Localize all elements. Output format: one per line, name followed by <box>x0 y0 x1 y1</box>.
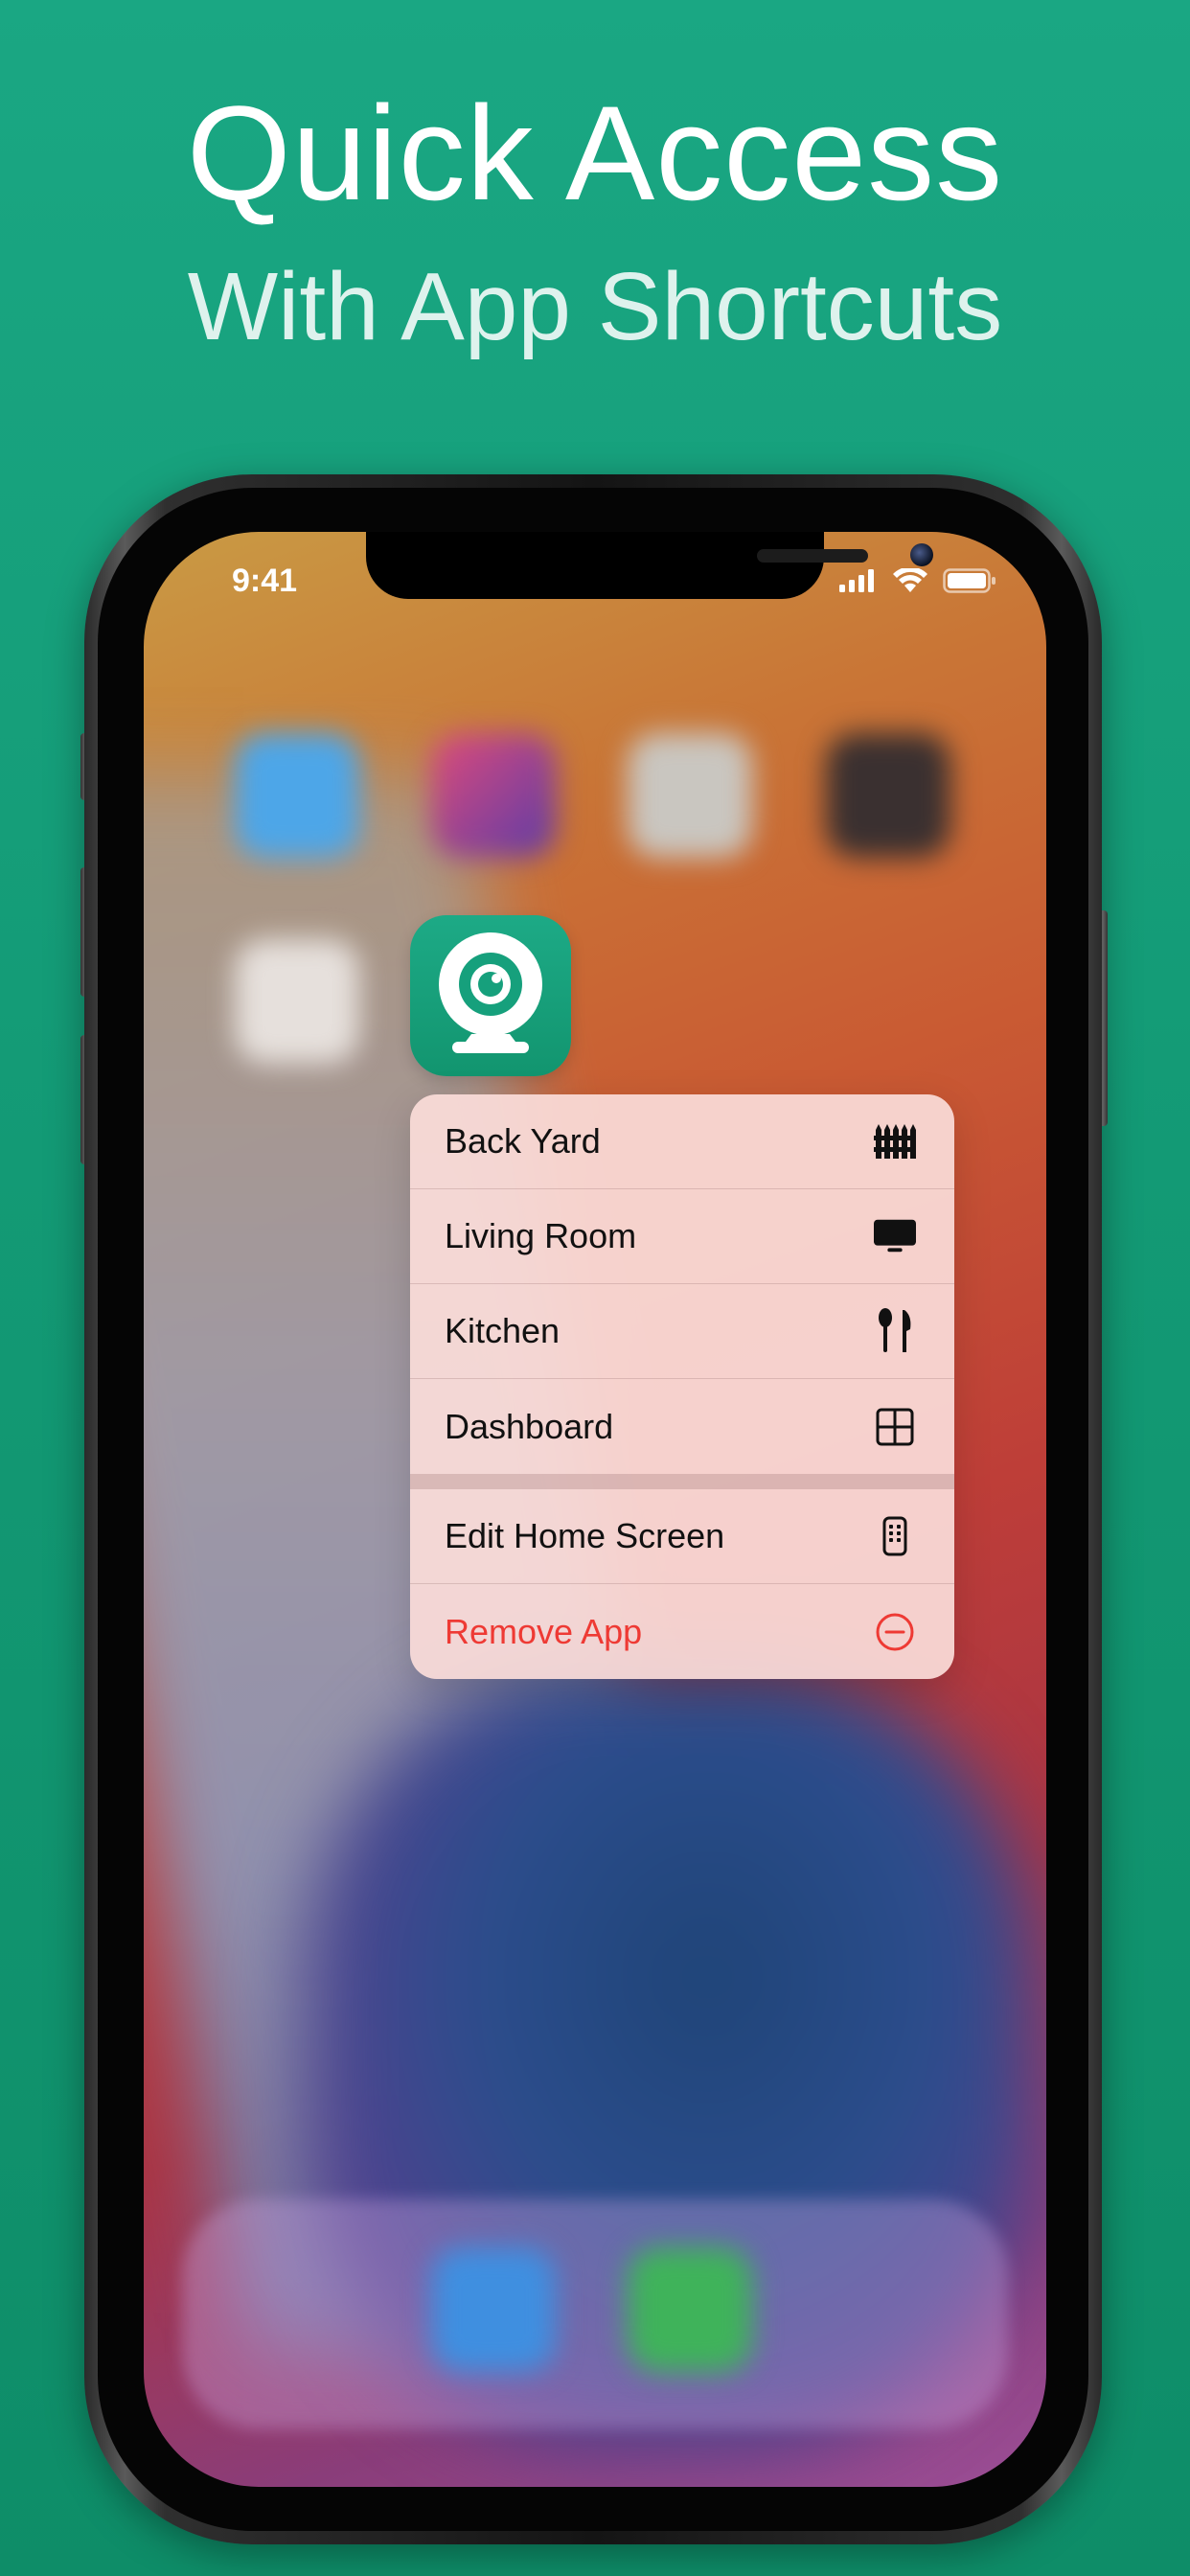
promo-headline: Quick Access <box>186 78 1004 228</box>
shortcut-dashboard[interactable]: Dashboard <box>410 1379 954 1474</box>
menu-item-label: Remove App <box>445 1611 643 1651</box>
tv-icon <box>874 1215 916 1257</box>
blurred-app-icon <box>628 733 752 858</box>
promo-subheadline: With App Shortcuts <box>187 253 1003 360</box>
wifi-icon <box>893 568 927 592</box>
shortcut-kitchen[interactable]: Kitchen <box>410 1284 954 1379</box>
menu-section-divider <box>410 1474 954 1489</box>
phone-apps-icon <box>874 1515 916 1557</box>
menu-item-label: Back Yard <box>445 1121 601 1161</box>
fence-icon <box>874 1120 916 1162</box>
webcam-app-icon[interactable] <box>410 915 571 1076</box>
blurred-app-icon <box>235 733 359 858</box>
front-camera <box>910 543 933 566</box>
earpiece-speaker <box>757 549 868 563</box>
menu-item-label: Kitchen <box>445 1311 561 1350</box>
shortcut-back-yard[interactable]: Back Yard <box>410 1094 954 1189</box>
blurred-app-icon <box>826 733 950 858</box>
edit-home-screen-item[interactable]: Edit Home Screen <box>410 1489 954 1584</box>
quick-actions-menu: Back Yard Living Room Kitchen Dashboard … <box>410 1094 954 1679</box>
battery-icon <box>943 568 995 593</box>
blurred-dock-icon <box>628 2247 752 2372</box>
notch <box>366 532 933 599</box>
menu-item-label: Edit Home Screen <box>445 1516 725 1555</box>
menu-item-label: Living Room <box>445 1216 637 1255</box>
webcam-icon <box>439 932 542 1053</box>
blurred-dock-icon <box>431 2247 556 2372</box>
fork-knife-icon <box>874 1308 916 1352</box>
menu-item-label: Dashboard <box>445 1406 614 1446</box>
status-icons <box>839 568 996 593</box>
minus-circle-icon <box>874 1611 916 1653</box>
remove-app-item[interactable]: Remove App <box>410 1584 954 1679</box>
status-time: 9:41 <box>232 563 298 599</box>
dock <box>182 2199 1008 2429</box>
grid-icon <box>874 1406 916 1448</box>
cellular-signal-icon <box>839 569 874 592</box>
blurred-app-icon <box>235 939 359 1064</box>
blurred-app-icon <box>431 733 556 858</box>
shortcut-living-room[interactable]: Living Room <box>410 1189 954 1284</box>
